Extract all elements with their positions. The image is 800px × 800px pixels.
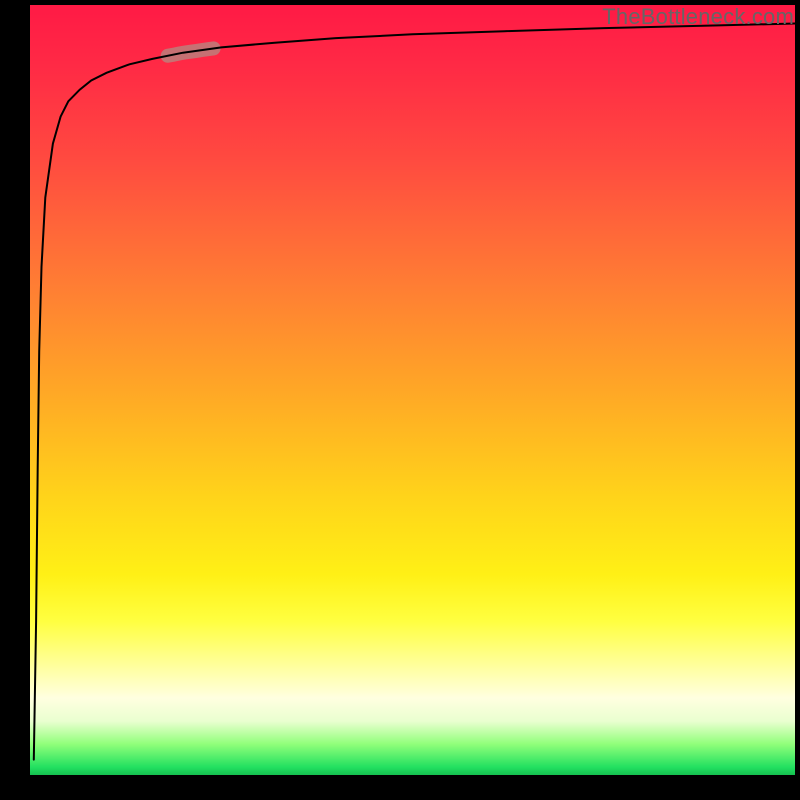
chart-frame: TheBottleneck.com	[0, 0, 800, 800]
bottleneck-curve	[34, 24, 795, 760]
curve-layer	[30, 5, 795, 775]
watermark-text: TheBottleneck.com	[602, 4, 794, 30]
